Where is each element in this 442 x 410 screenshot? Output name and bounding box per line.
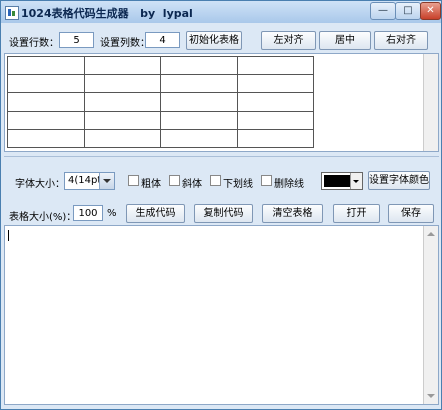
table-cell[interactable] — [7, 92, 85, 112]
table-row — [7, 92, 314, 112]
strikethrough-label: 删除线 — [274, 179, 304, 190]
open-button[interactable]: 打开 — [333, 204, 380, 223]
table-cell[interactable] — [160, 74, 238, 94]
bold-label: 粗体 — [141, 179, 161, 190]
clear-table-button[interactable]: 清空表格 — [262, 204, 323, 223]
table-cell[interactable] — [160, 55, 238, 76]
minimize-icon: — — [378, 5, 388, 16]
divider — [4, 156, 439, 157]
table-cell[interactable] — [83, 55, 161, 76]
table-cell[interactable] — [83, 74, 161, 94]
underline-checkbox[interactable] — [210, 175, 221, 186]
table-cell[interactable] — [160, 92, 238, 112]
title-bar[interactable]: 1024表格代码生成器 by lypal — □ ✕ — [1, 1, 441, 23]
init-table-button[interactable]: 初始化表格 — [186, 31, 242, 50]
code-editor[interactable] — [4, 225, 439, 405]
italic-checkbox[interactable] — [169, 175, 180, 186]
font-size-select[interactable]: 4(14pt) — [64, 172, 115, 190]
table-size-label: 表格大小(%)： — [9, 212, 77, 223]
table-cell[interactable] — [160, 128, 238, 149]
color-swatch — [324, 175, 350, 187]
chevron-down-icon[interactable] — [99, 173, 114, 189]
table-cell[interactable] — [160, 110, 238, 130]
align-right-button[interactable]: 右对齐 — [374, 31, 428, 50]
close-icon: ✕ — [426, 5, 435, 16]
copy-code-button[interactable]: 复制代码 — [194, 204, 253, 223]
cols-input[interactable]: 4 — [145, 32, 180, 48]
font-size-label: 字体大小： — [15, 179, 65, 190]
table-cell[interactable] — [236, 74, 314, 94]
color-dropdown-icon[interactable] — [350, 173, 362, 189]
rows-input[interactable]: 5 — [59, 32, 94, 48]
table-cell[interactable] — [236, 128, 314, 149]
table-cell[interactable] — [7, 74, 85, 94]
table-cell[interactable] — [7, 55, 85, 76]
table-row — [7, 74, 314, 94]
table-cell[interactable] — [83, 128, 161, 149]
align-left-button[interactable]: 左对齐 — [261, 31, 316, 50]
generate-code-button[interactable]: 生成代码 — [126, 204, 185, 223]
table-size-input[interactable]: 100 — [73, 205, 103, 221]
app-window: 1024表格代码生成器 by lypal — □ ✕ 设置行数： 5 设置列数：… — [0, 0, 442, 410]
minimize-button[interactable]: — — [370, 2, 396, 20]
table-row — [7, 128, 314, 149]
strikethrough-checkbox[interactable] — [261, 175, 272, 186]
scroll-down-icon[interactable] — [427, 394, 435, 398]
maximize-icon: □ — [403, 5, 413, 16]
set-font-color-button[interactable]: 设置字体颜色 — [368, 171, 430, 190]
close-button[interactable]: ✕ — [420, 2, 441, 20]
app-icon — [5, 6, 19, 20]
table-cell[interactable] — [83, 110, 161, 130]
table-cell[interactable] — [7, 110, 85, 130]
table-cell[interactable] — [83, 92, 161, 112]
bold-checkbox[interactable] — [128, 175, 139, 186]
table-cell[interactable] — [236, 55, 314, 76]
table-cell[interactable] — [236, 110, 314, 130]
table-grid-panel[interactable] — [4, 53, 439, 152]
editor-scrollbar[interactable] — [423, 226, 438, 404]
font-color-picker[interactable] — [321, 172, 363, 190]
grid-scrollbar[interactable] — [423, 54, 438, 151]
scroll-up-icon[interactable] — [427, 232, 435, 236]
underline-label: 下划线 — [223, 179, 253, 190]
align-center-button[interactable]: 居中 — [319, 31, 371, 50]
cols-label: 设置列数： — [100, 38, 150, 49]
italic-label: 斜体 — [182, 179, 202, 190]
table-size-unit: % — [107, 208, 117, 219]
table-cell[interactable] — [236, 92, 314, 112]
maximize-button[interactable]: □ — [395, 2, 421, 20]
table-row — [7, 110, 314, 130]
table-cell[interactable] — [7, 128, 85, 149]
rows-label: 设置行数： — [9, 38, 59, 49]
table-grid[interactable] — [7, 55, 314, 149]
text-cursor — [8, 230, 9, 241]
table-row — [7, 55, 314, 76]
save-button[interactable]: 保存 — [388, 204, 434, 223]
window-title: 1024表格代码生成器 by lypal — [21, 7, 193, 20]
